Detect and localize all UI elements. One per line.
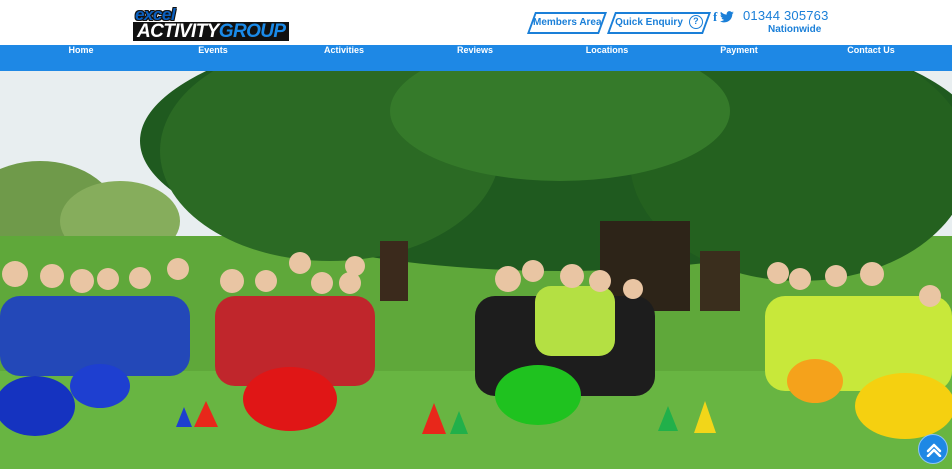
coverage-label: Nationwide [768,24,822,35]
logo-activity-word: ACTIVITY [137,21,219,42]
quick-enquiry-label: Quick Enquiry [615,17,683,28]
nav-activities[interactable]: Activities [313,45,375,71]
phone-number[interactable]: 01344 305763 [743,8,829,23]
logo-group-word: GROUP [218,21,286,42]
social-links: f [713,9,735,25]
facebook-icon[interactable]: f [713,9,717,25]
nav-reviews[interactable]: Reviews [444,45,506,71]
nav-home[interactable]: Home [50,45,112,71]
chevron-up-icon [926,443,942,457]
nav-payment[interactable]: Payment [708,45,770,71]
hero-illustration [0,71,952,469]
logo-activity-text: ACTIVITYGROUP [133,21,290,42]
members-area-label: Members Area [533,17,602,28]
help-icon: ? [688,15,703,30]
hero-photo [0,71,952,469]
scroll-to-top-button[interactable] [918,434,948,464]
nav-events[interactable]: Events [182,45,244,71]
site-logo[interactable]: excel ACTIVITYGROUP [133,5,305,42]
nav-locations[interactable]: Locations [576,45,638,71]
nav-contact-us[interactable]: Contact Us [838,45,904,71]
site-header: excel ACTIVITYGROUP Members Area Quick E… [0,0,952,45]
main-nav: Home Events Activities Reviews Locations… [0,45,952,71]
members-area-button[interactable]: Members Area [526,12,608,34]
twitter-icon[interactable] [720,11,735,23]
quick-enquiry-button[interactable]: Quick Enquiry? [606,12,712,34]
